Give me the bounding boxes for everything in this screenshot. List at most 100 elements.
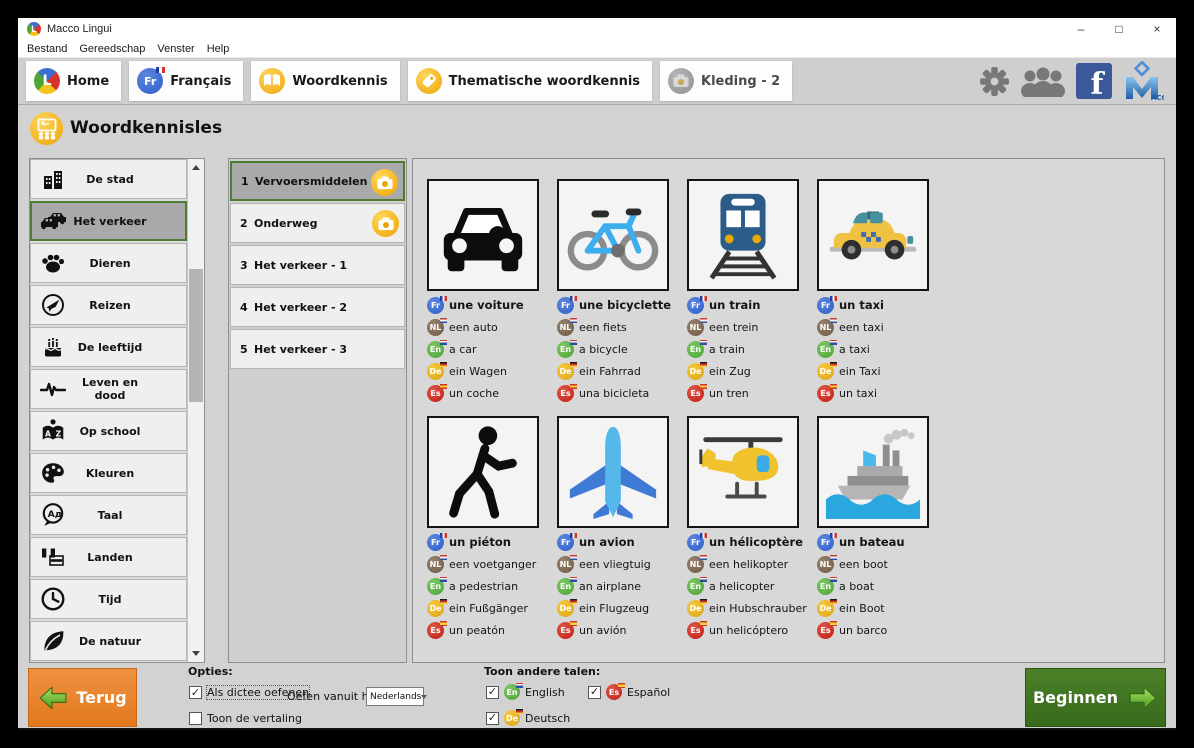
scroll-up-icon[interactable] (188, 159, 204, 176)
tab-kleding-label: Kleding - 2 (701, 74, 780, 89)
svg-text:A: A (45, 430, 51, 439)
menu-help[interactable]: Help (201, 43, 236, 55)
facebook-f-letter: f (1091, 71, 1104, 100)
users-icon[interactable] (1020, 66, 1066, 97)
tag-icon (416, 68, 442, 94)
english-checkbox[interactable] (486, 686, 499, 699)
sidebar-item-landen[interactable]: Landen (30, 537, 187, 577)
lesson-item-onderweg[interactable]: 2 Onderweg (230, 203, 405, 243)
lesson-list: 1 Vervoersmiddelen 2 Onderweg 3 Het verk… (228, 158, 407, 663)
tab-francais-label: Français (170, 74, 231, 89)
translation-option[interactable]: Toon de vertaling (189, 712, 302, 725)
tab-kleding[interactable]: Kleding - 2 (660, 61, 792, 101)
translation-checkbox[interactable] (189, 712, 202, 725)
sidebar-item-taal[interactable]: Ад Taal (30, 495, 187, 535)
spanish-badge: Es (427, 385, 444, 402)
german-checkbox[interactable] (486, 712, 499, 725)
spanish-badge: Es (427, 622, 444, 639)
french-badge: Fr (817, 534, 834, 551)
vocab-card-boat: Frun bateau NLeen boot Ena boat Deein Bo… (817, 416, 947, 641)
clock-icon (38, 586, 68, 612)
facebook-icon[interactable]: f (1076, 63, 1112, 99)
spanish-checkbox[interactable] (588, 686, 601, 699)
arrow-right-icon (1128, 685, 1158, 711)
camera-gray-icon (668, 68, 694, 94)
german-badge: De (817, 363, 834, 380)
german-badge: De (817, 600, 834, 617)
category-sidebar: De stad Het verkeer Dieren (29, 158, 205, 663)
sidebar-item-tijd[interactable]: Tijd (30, 579, 187, 619)
german-badge: De (557, 600, 574, 617)
camera-button[interactable] (371, 169, 398, 196)
sidebar-item-het-verkeer[interactable]: Het verkeer (30, 201, 187, 241)
dutch-badge: NL (687, 556, 704, 573)
close-button[interactable]: × (1138, 18, 1176, 40)
spanish-badge: Es (557, 385, 574, 402)
sidebar-scrollbar[interactable] (187, 159, 204, 662)
minimize-button[interactable]: – (1062, 18, 1100, 40)
back-button[interactable]: Terug (28, 668, 137, 727)
car-image (427, 179, 539, 291)
start-button[interactable]: Beginnen (1025, 668, 1166, 727)
german-option[interactable]: De Deutsch (486, 710, 570, 726)
dictation-checkbox[interactable] (189, 686, 202, 699)
sidebar-item-de-natuur[interactable]: De natuur (30, 621, 187, 661)
spanish-badge: Es (557, 622, 574, 639)
french-badge: Fr (687, 534, 704, 551)
sidebar-item-de-leeftijd[interactable]: De leeftijd (30, 327, 187, 367)
gear-icon[interactable] (979, 66, 1010, 97)
app-window: L Macco Lingui – □ × Bestand Gereedschap… (18, 18, 1176, 730)
pedestrian-image (427, 416, 539, 528)
tab-woordkennis[interactable]: Woordkennis (251, 61, 399, 101)
options-label: Opties: (188, 665, 233, 678)
tab-home[interactable]: L Home (26, 61, 121, 101)
language-bubble-icon: Ад (38, 502, 68, 528)
french-badge: Fr (687, 297, 704, 314)
leaf-icon (38, 628, 68, 654)
airplane-image (557, 416, 669, 528)
french-badge: Fr (427, 534, 444, 551)
tab-francais[interactable]: Fr Français (129, 61, 243, 101)
english-badge: En (504, 684, 520, 700)
english-badge: En (817, 578, 834, 595)
french-badge: Fr (817, 297, 834, 314)
tab-thematische-woordkennis[interactable]: Thematische woordkennis (408, 61, 652, 101)
dutch-badge: NL (687, 319, 704, 336)
camera-button[interactable] (372, 210, 399, 237)
menu-bestand[interactable]: Bestand (21, 43, 73, 55)
german-badge: De (557, 363, 574, 380)
tab-bar: L Home Fr Français Woordkennis Thematisc… (18, 58, 1176, 105)
lesson-item-vervoersmiddelen[interactable]: 1 Vervoersmiddelen (230, 161, 405, 201)
window-title: Macco Lingui (47, 23, 112, 35)
menu-venster[interactable]: Venster (151, 43, 200, 55)
sidebar-item-op-school[interactable]: AZ Op school (30, 411, 187, 451)
window-bottom-edge (18, 728, 1176, 730)
sidebar-item-dieren[interactable]: Dieren (30, 243, 187, 283)
vocab-card-airplane: Frun avion NLeen vliegtuig Enan airplane… (557, 416, 687, 641)
arrow-left-icon (38, 685, 68, 711)
lesson-item-het-verkeer-1[interactable]: 3 Het verkeer - 1 (230, 245, 405, 285)
english-option[interactable]: En English (486, 684, 565, 700)
maximize-button[interactable]: □ (1100, 18, 1138, 40)
spanish-option[interactable]: Es Español (588, 684, 670, 700)
german-badge: De (687, 363, 704, 380)
scroll-down-icon[interactable] (188, 645, 204, 662)
lesson-item-het-verkeer-2[interactable]: 4 Het verkeer - 2 (230, 287, 405, 327)
spanish-badge: Es (817, 385, 834, 402)
sidebar-item-de-stad[interactable]: De stad (30, 159, 187, 199)
scrollbar-thumb[interactable] (189, 269, 203, 402)
german-badge: De (687, 600, 704, 617)
french-flag-icon: Fr (137, 68, 163, 94)
menu-gereedschap[interactable]: Gereedschap (73, 43, 151, 55)
vocab-card-taxi: Frun taxi NLeen taxi Ena taxi Deein Taxi… (817, 179, 947, 404)
english-badge: En (687, 578, 704, 595)
sidebar-item-leven-en-dood[interactable]: Leven en dood (30, 369, 187, 409)
sidebar-item-reizen[interactable]: Reizen (30, 285, 187, 325)
lesson-item-het-verkeer-3[interactable]: 5 Het verkeer - 3 (230, 329, 405, 369)
practice-from-select[interactable]: Nederlands (366, 687, 424, 706)
french-badge: Fr (557, 534, 574, 551)
svg-text:ACCO: ACCO (1151, 94, 1164, 101)
city-icon (38, 167, 68, 191)
sidebar-item-kleuren[interactable]: Kleuren (30, 453, 187, 493)
spanish-badge: Es (606, 684, 622, 700)
